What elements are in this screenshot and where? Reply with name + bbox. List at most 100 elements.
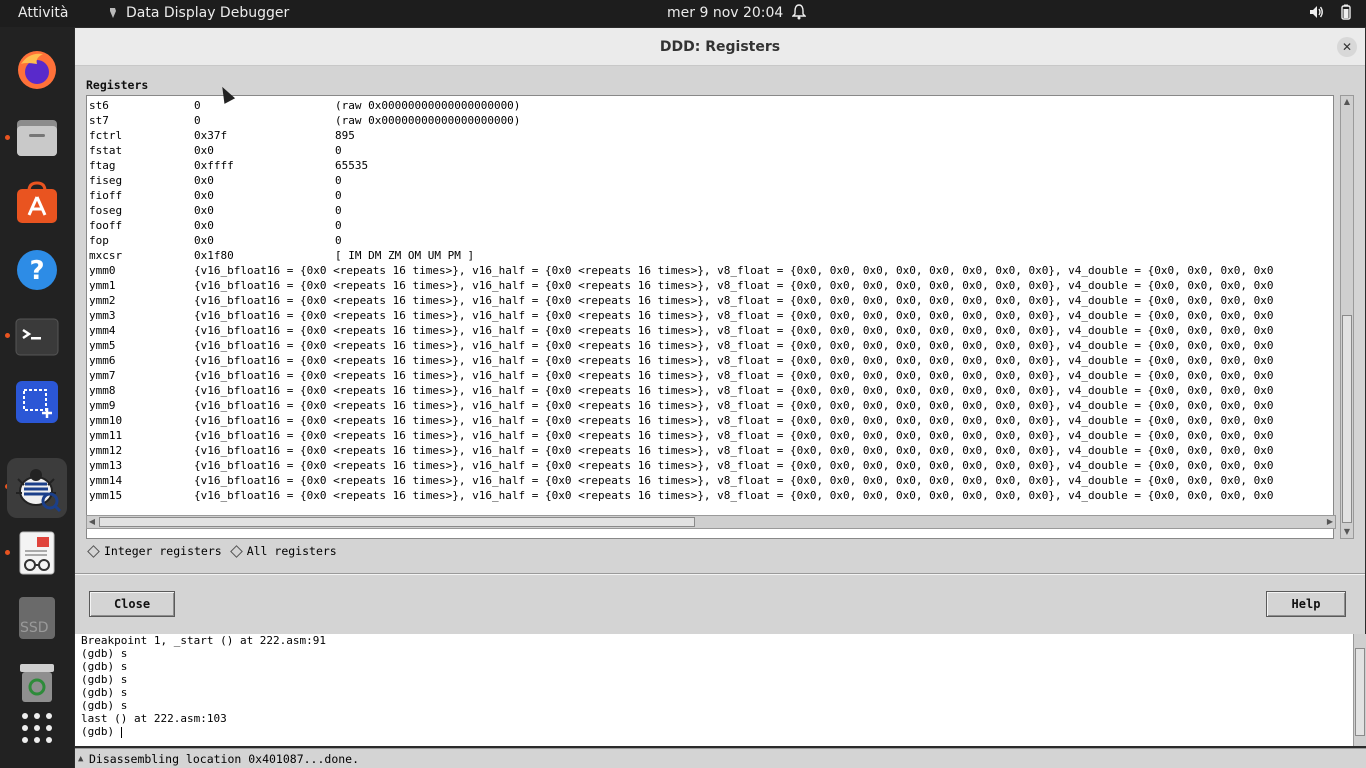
register-row[interactable]: st7 0 (raw 0x00000000000000000000): [89, 113, 1333, 128]
register-row[interactable]: mxcsr 0x1f80 [ IM DM ZM OM UM PM ]: [89, 248, 1333, 263]
register-row[interactable]: ymm5 {v16_bfloat16 = {0x0 <repeats 16 tim…: [89, 338, 1333, 353]
console-line: last () at 222.asm:103: [81, 712, 227, 725]
bell-icon[interactable]: [791, 4, 807, 24]
register-row[interactable]: st6 0 (raw 0x00000000000000000000): [89, 98, 1333, 113]
register-name: st6: [89, 99, 109, 112]
console-prompt-line[interactable]: (gdb): [75, 725, 1353, 738]
radio-diamond-icon: [87, 544, 100, 558]
scroll-thumb[interactable]: [1342, 315, 1352, 523]
register-row[interactable]: ymm6 {v16_bfloat16 = {0x0 <repeats 16 tim…: [89, 353, 1333, 368]
register-row[interactable]: ymm11 {v16_bfloat16 = {0x0 <repeats 16 ti…: [89, 428, 1333, 443]
register-row[interactable]: ymm7 {v16_bfloat16 = {0x0 <repeats 16 tim…: [89, 368, 1333, 383]
dock-firefox[interactable]: [14, 47, 60, 93]
register-row[interactable]: ymm15 {v16_bfloat16 = {0x0 <repeats 16 ti…: [89, 488, 1333, 503]
gdb-console[interactable]: Breakpoint 1, _start () at 222.asm:91 (g…: [75, 634, 1353, 746]
register-row[interactable]: ymm1 {v16_bfloat16 = {0x0 <repeats 16 tim…: [89, 278, 1333, 293]
terminal-icon: [15, 318, 59, 356]
registers-horizontal-scrollbar[interactable]: ◀ ▶: [86, 515, 1336, 529]
dock-ssd[interactable]: SSD: [14, 595, 60, 641]
register-natural-value: 0: [335, 219, 342, 232]
horizontal-scroll-thumb[interactable]: [99, 517, 695, 527]
dock-ddd[interactable]: [7, 458, 67, 518]
register-row[interactable]: fop 0x0 0: [89, 233, 1333, 248]
register-row[interactable]: ymm10 {v16_bfloat16 = {0x0 <repeats 16 ti…: [89, 413, 1333, 428]
register-row[interactable]: fiseg 0x0 0: [89, 173, 1333, 188]
help-button[interactable]: Help: [1266, 591, 1346, 617]
dock-help[interactable]: ?: [14, 247, 60, 293]
status-bar: ▲ Disassembling location 0x401087...done…: [75, 748, 1366, 768]
register-row[interactable]: fioff 0x0 0: [89, 188, 1333, 203]
system-tray[interactable]: [1308, 4, 1354, 20]
register-name: ymm7: [89, 369, 116, 382]
register-raw-value: {v16_bfloat16 = {0x0 <repeats 16 times>}…: [194, 399, 1274, 412]
dock-trash[interactable]: [14, 659, 60, 705]
register-raw-value: {v16_bfloat16 = {0x0 <repeats 16 times>}…: [194, 474, 1274, 487]
register-row[interactable]: ymm3 {v16_bfloat16 = {0x0 <repeats 16 tim…: [89, 308, 1333, 323]
dock-app-grid[interactable]: [14, 705, 60, 751]
register-row[interactable]: fooff 0x0 0: [89, 218, 1333, 233]
dock-files[interactable]: [14, 115, 60, 161]
radio-integer-registers[interactable]: Integer registers: [87, 544, 222, 558]
register-name: ymm11: [89, 429, 123, 442]
scroll-up-icon[interactable]: ▲: [1342, 97, 1352, 107]
scroll-right-icon[interactable]: ▶: [1325, 516, 1335, 528]
register-raw-value: 0x0: [194, 144, 214, 157]
dock-terminal[interactable]: [14, 314, 60, 360]
registers-vertical-scrollbar[interactable]: ▲ ▼: [1340, 95, 1354, 539]
register-row[interactable]: ymm0 {v16_bfloat16 = {0x0 <repeats 16 tim…: [89, 263, 1333, 278]
register-raw-value: {v16_bfloat16 = {0x0 <repeats 16 times>}…: [194, 264, 1274, 277]
register-name: ymm12: [89, 444, 123, 457]
register-row[interactable]: ymm9 {v16_bfloat16 = {0x0 <repeats 16 tim…: [89, 398, 1333, 413]
battery-icon[interactable]: [1338, 4, 1354, 20]
radio-diamond-icon: [229, 544, 243, 558]
activities-button[interactable]: Attività: [18, 5, 68, 21]
register-natural-value: (raw 0x00000000000000000000): [335, 114, 521, 127]
register-row[interactable]: fstat 0x0 0: [89, 143, 1333, 158]
register-name: ymm5: [89, 339, 116, 352]
register-natural-value: 65535: [335, 159, 369, 172]
register-row[interactable]: ymm14 {v16_bfloat16 = {0x0 <repeats 16 ti…: [89, 473, 1333, 488]
scroll-left-icon[interactable]: ◀: [87, 516, 97, 528]
register-row[interactable]: ymm4 {v16_bfloat16 = {0x0 <repeats 16 tim…: [89, 323, 1333, 338]
window-titlebar[interactable]: DDD: Registers ✕: [75, 28, 1365, 66]
close-button[interactable]: Close: [89, 591, 175, 617]
scroll-down-icon[interactable]: ▼: [1342, 527, 1352, 537]
app-menu[interactable]: Data Display Debugger: [108, 5, 289, 21]
register-raw-value: 0x0: [194, 234, 214, 247]
window-close-icon[interactable]: ✕: [1337, 37, 1357, 57]
register-row[interactable]: ymm12 {v16_bfloat16 = {0x0 <repeats 16 ti…: [89, 443, 1333, 458]
dock-document-viewer[interactable]: [14, 530, 60, 576]
register-row[interactable]: foseg 0x0 0: [89, 203, 1333, 218]
register-raw-value: 0: [194, 114, 201, 127]
register-row[interactable]: ymm8 {v16_bfloat16 = {0x0 <repeats 16 tim…: [89, 383, 1333, 398]
register-name: foseg: [89, 204, 123, 217]
register-raw-value: {v16_bfloat16 = {0x0 <repeats 16 times>}…: [194, 489, 1274, 502]
radio-all-label: All registers: [246, 544, 337, 558]
dock-screenshot[interactable]: [14, 379, 60, 425]
status-text: Disassembling location 0x401087...done.: [89, 752, 360, 766]
registers-list-box[interactable]: st6 0 (raw 0x00000000000000000000) st7 0 (raw…: [86, 95, 1334, 539]
register-row[interactable]: ymm13 {v16_bfloat16 = {0x0 <repeats 16 ti…: [89, 458, 1333, 473]
screenshot-icon: [16, 381, 58, 423]
status-toggle-icon[interactable]: ▲: [78, 749, 83, 768]
radio-all-registers[interactable]: All registers: [229, 544, 337, 558]
console-vertical-scrollbar[interactable]: [1353, 634, 1366, 746]
registers-label: Registers: [86, 78, 149, 92]
register-raw-value: {v16_bfloat16 = {0x0 <repeats 16 times>}…: [194, 339, 1274, 352]
clock[interactable]: mer 9 nov 20:04: [667, 5, 783, 21]
register-natural-value: 0: [335, 174, 342, 187]
register-natural-value: (raw 0x00000000000000000000): [335, 99, 521, 112]
dock-software[interactable]: [14, 180, 60, 226]
volume-icon[interactable]: [1308, 4, 1324, 20]
register-natural-value: 895: [335, 129, 355, 142]
app-name: Data Display Debugger: [126, 5, 290, 21]
register-row[interactable]: fctrl 0x37f 895: [89, 128, 1333, 143]
register-row[interactable]: ymm2 {v16_bfloat16 = {0x0 <repeats 16 tim…: [89, 293, 1333, 308]
register-raw-value: 0x37f: [194, 129, 228, 142]
register-name: ymm9: [89, 399, 116, 412]
register-row[interactable]: ftag 0xffff 65535: [89, 158, 1333, 173]
app-grid-icon: [22, 713, 52, 743]
console-scroll-thumb[interactable]: [1355, 648, 1365, 736]
register-raw-value: {v16_bfloat16 = {0x0 <repeats 16 times>}…: [194, 309, 1274, 322]
console-line: (gdb) s: [81, 686, 128, 699]
